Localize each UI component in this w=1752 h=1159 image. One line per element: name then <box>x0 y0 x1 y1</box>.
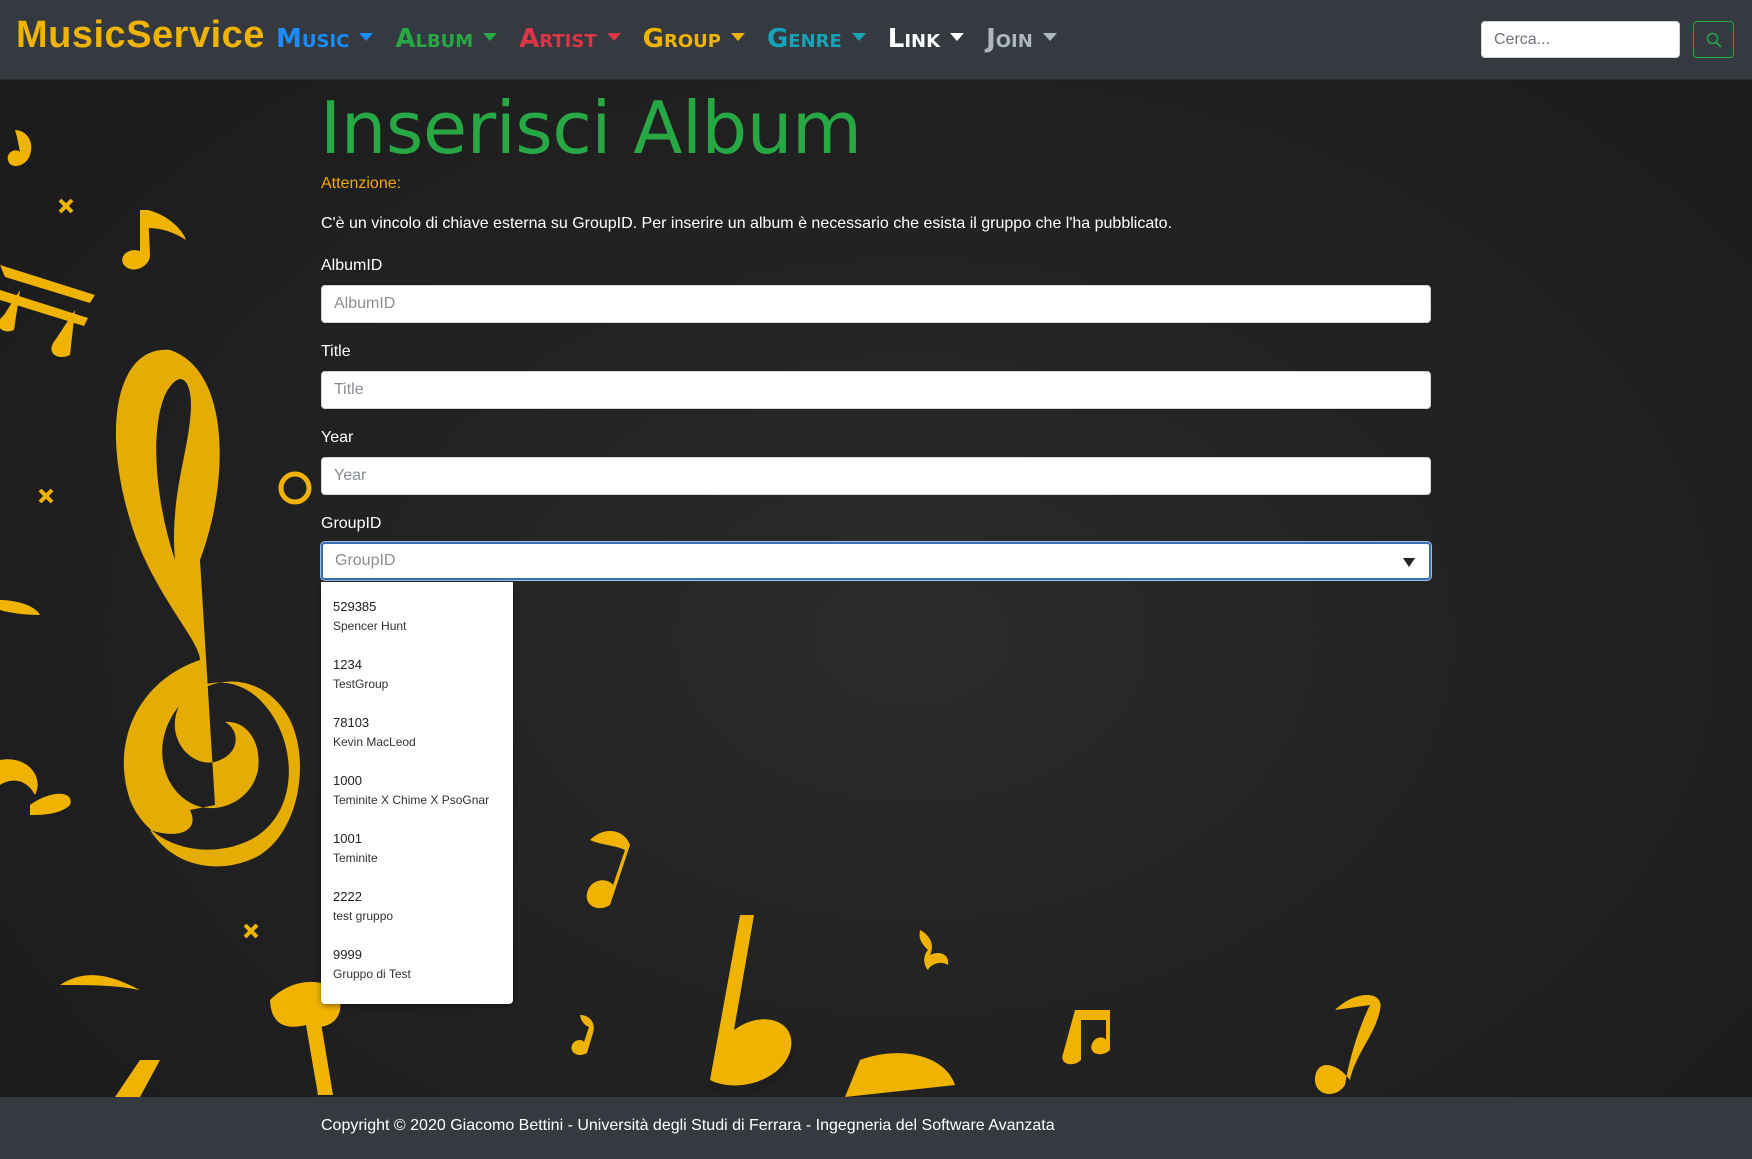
search-button[interactable] <box>1693 21 1734 58</box>
option-group-name: Gruppo di Test <box>333 967 411 981</box>
search-input[interactable] <box>1481 21 1680 58</box>
groupid-option[interactable]: 529385 Spencer Hunt <box>321 598 513 656</box>
nav-dropdown-group[interactable]: Group <box>643 24 745 54</box>
option-group-id: 2222 <box>333 889 362 904</box>
option-group-id: 9999 <box>333 947 362 962</box>
groupid-label: GroupID <box>321 515 382 532</box>
caret-down-icon <box>1042 33 1057 41</box>
option-group-id: 529385 <box>333 599 377 614</box>
nav-dropdown-genre[interactable]: Genre <box>767 24 866 54</box>
option-group-name: Teminite X Chime X PsoGnar <box>333 793 490 807</box>
groupid-option[interactable]: 1001 Teminite <box>321 830 513 888</box>
treble-clef-icon <box>115 349 300 867</box>
nav-dropdown-music[interactable]: Music <box>276 24 374 54</box>
groupid-dropdown-list: 529385 Spencer Hunt 1234 TestGroup 78103… <box>321 582 513 1004</box>
nav-dropdown-link[interactable]: Link <box>887 24 965 54</box>
option-group-id: 78103 <box>333 715 370 730</box>
search-icon <box>1706 32 1721 47</box>
groupid-option[interactable]: 2222 test gruppo <box>321 888 513 946</box>
nav-item-label: Music <box>276 24 350 54</box>
caret-down-icon <box>950 33 965 41</box>
nav-item-label: Album <box>395 24 474 54</box>
option-group-id: 1001 <box>333 831 362 846</box>
option-group-name: test gruppo <box>333 909 394 923</box>
albumid-input[interactable] <box>321 285 1431 323</box>
groupid-option[interactable]: 1234 TestGroup <box>321 656 513 714</box>
dropdown-arrow-icon <box>1403 558 1415 567</box>
navbar: MusicService Music Album Artist Group Ge… <box>0 0 1752 80</box>
nav-dropdown-join[interactable]: Join <box>986 24 1057 54</box>
nav-dropdown-album[interactable]: Album <box>395 24 498 54</box>
nav-item-label: Artist <box>519 24 597 54</box>
groupid-option[interactable]: 78103 Kevin MacLeod <box>321 714 513 772</box>
foreign-key-notice: C'è un vincolo di chiave esterna su Grou… <box>321 215 1173 232</box>
title-label: Title <box>321 343 351 360</box>
option-group-name: Spencer Hunt <box>333 619 407 633</box>
option-group-id: 1000 <box>333 773 362 788</box>
nav-dropdown-artist[interactable]: Artist <box>519 24 621 54</box>
year-label: Year <box>321 429 354 446</box>
footer-copyright: Copyright © 2020 Giacomo Bettini - Unive… <box>321 1117 1055 1134</box>
albumid-label: AlbumID <box>321 257 383 274</box>
nav-item-label: Group <box>642 24 721 54</box>
option-group-name: Teminite <box>333 851 378 865</box>
year-input[interactable] <box>321 457 1431 495</box>
caret-down-icon <box>730 33 745 41</box>
groupid-option[interactable]: 9999 Gruppo di Test <box>321 946 513 1004</box>
brand-logo[interactable]: MusicService <box>16 14 265 57</box>
caret-down-icon <box>851 33 866 41</box>
nav-item-label: Link <box>887 24 941 54</box>
nav-item-label: Genre <box>766 24 842 54</box>
page-title: Inserisci Album <box>320 86 862 170</box>
option-group-id: 1234 <box>333 657 362 672</box>
caret-down-icon <box>359 33 374 41</box>
nav-menu: Music Album Artist Group Genre Link Join <box>276 24 1079 54</box>
option-group-name: Kevin MacLeod <box>333 735 416 749</box>
groupid-select[interactable]: GroupID <box>321 542 1431 580</box>
caret-down-icon <box>606 33 621 41</box>
option-group-name: TestGroup <box>333 677 389 691</box>
nav-item-label: Join <box>986 24 1033 54</box>
footer: Copyright © 2020 Giacomo Bettini - Unive… <box>0 1097 1752 1159</box>
title-input[interactable] <box>321 371 1431 409</box>
groupid-select-placeholder: GroupID <box>335 552 396 569</box>
warning-label: Attenzione: <box>321 175 402 192</box>
caret-down-icon <box>483 33 498 41</box>
groupid-option[interactable]: 1000 Teminite X Chime X PsoGnar <box>321 772 513 830</box>
